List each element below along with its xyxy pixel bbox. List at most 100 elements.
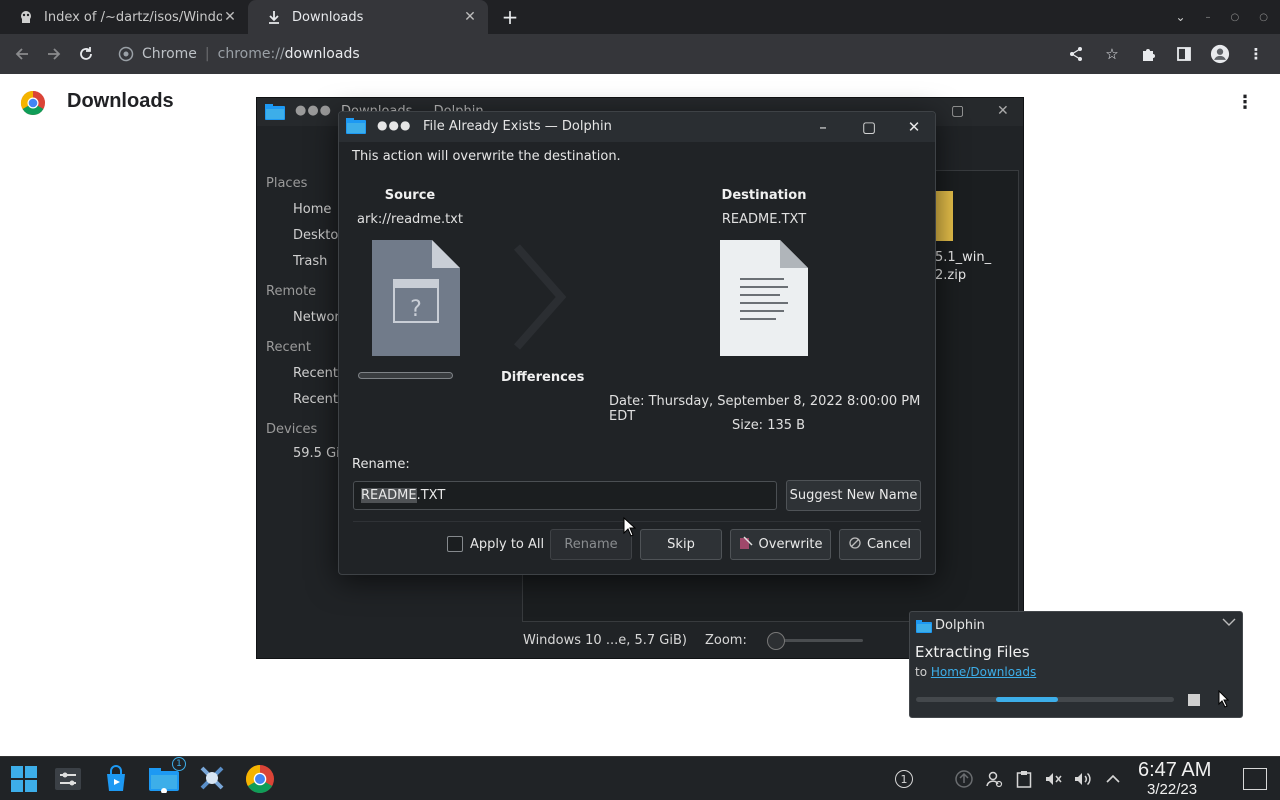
omnibox[interactable]: Chrome | chrome:// downloads [108, 38, 1138, 70]
place-trash[interactable]: Trash [293, 254, 343, 269]
browser-menu-icon[interactable]: ⋮ [1246, 44, 1266, 64]
tab-title: Downloads [292, 9, 364, 25]
back-icon[interactable] [10, 42, 34, 66]
ark-archiver-icon[interactable] [196, 763, 228, 795]
browser-tab-bar: Index of /~dartz/isos/Windo ✕ Downloads … [0, 0, 1280, 34]
notifications-count-icon[interactable]: 1 [894, 769, 914, 789]
skip-button[interactable]: Skip [640, 529, 722, 560]
cancel-button[interactable]: Cancel [839, 529, 921, 560]
window-controls: ⌄ – ○ ○ [1175, 0, 1268, 34]
status-bar: Windows 10 ...e, 5.7 GiB) Zoom: [523, 628, 863, 652]
extraction-progress-bar [916, 697, 1174, 702]
volume-icon[interactable] [1073, 769, 1093, 789]
extensions-puzzle-icon[interactable] [1138, 44, 1158, 64]
differences-label: Differences [501, 370, 585, 385]
chevron-up-icon[interactable] [1103, 769, 1123, 789]
svg-text:?: ? [410, 297, 422, 322]
destination-name: README.TXT [721, 212, 807, 227]
place-network[interactable]: Network [293, 310, 343, 325]
page-menu-icon[interactable]: ⋮ [1236, 92, 1254, 113]
tab-index-of-isos[interactable]: Index of /~dartz/isos/Windo ✕ [0, 0, 248, 34]
file-exists-dialog: ●●● File Already Exists — Dolphin – ▢ ✕ … [338, 111, 936, 575]
place-device[interactable]: 59.5 GiB [293, 446, 343, 461]
bookmark-star-icon[interactable]: ☆ [1102, 44, 1122, 64]
close-icon[interactable]: ✕ [904, 117, 924, 137]
toolbar-actions: ☆ ⋮ [1066, 42, 1266, 66]
maximize-icon[interactable]: ▢ [859, 117, 879, 137]
chrome-site-icon [118, 46, 134, 62]
chrome-taskbar-icon[interactable] [244, 763, 276, 795]
dolphin-taskbar-icon[interactable]: 1 [148, 757, 186, 795]
cancel-icon [849, 536, 861, 553]
zip-file-thumbnail[interactable] [933, 191, 953, 241]
suggest-new-name-button[interactable]: Suggest New Name [786, 480, 921, 511]
start-menu-icon[interactable] [8, 763, 40, 795]
minimize-icon[interactable]: – [813, 117, 833, 137]
file-name-line-1: 5.1_win_ [935, 250, 992, 265]
maximize-window-icon[interactable]: ○ [1231, 12, 1240, 23]
system-settings-icon[interactable] [52, 763, 84, 795]
remote-header: Remote [266, 284, 317, 299]
apply-to-all-checkbox[interactable] [447, 536, 463, 552]
reload-icon[interactable] [74, 42, 98, 66]
discover-store-icon[interactable] [100, 763, 132, 795]
notification-destination-link[interactable]: Home/Downloads [931, 665, 1036, 679]
updates-icon[interactable] [954, 769, 974, 789]
share-icon[interactable] [1066, 44, 1086, 64]
site-label: Chrome [142, 46, 197, 62]
chrome-logo-icon [20, 90, 46, 116]
tab-downloads[interactable]: Downloads ✕ [248, 0, 488, 34]
taskbar-badge: 1 [172, 757, 186, 771]
extraction-progress-fill [995, 697, 1058, 702]
tab-title: Index of /~dartz/isos/Windo [44, 9, 222, 25]
url-scheme: chrome:// [217, 46, 285, 62]
forward-icon[interactable] [42, 42, 66, 66]
overwrite-icon [739, 535, 753, 554]
download-icon [266, 9, 282, 25]
clock-date[interactable]: 3/22/23 [1147, 781, 1197, 798]
rename-input[interactable]: README .TXT [353, 481, 777, 510]
file-name-line-2: 2.zip [935, 268, 967, 283]
folder-icon [346, 118, 366, 138]
place-desktop[interactable]: Desktop [293, 228, 343, 243]
notifications-count: 1 [895, 770, 913, 788]
overwrite-button[interactable]: Overwrite [730, 529, 831, 560]
url-path: downloads [284, 46, 360, 62]
place-recent-locations[interactable]: Recent Locations [293, 392, 343, 407]
close-window-icon[interactable]: ○ [1259, 12, 1268, 23]
clock-time[interactable]: 6:47 AM [1138, 759, 1211, 782]
page-title: Downloads [67, 90, 174, 112]
close-tab-icon[interactable]: ✕ [222, 9, 238, 25]
zoom-slider-handle[interactable] [766, 631, 785, 650]
notification-app-name: Dolphin [935, 618, 985, 633]
minimize-window-icon[interactable]: – [1206, 12, 1211, 23]
file-name[interactable]: 5.1_win_ 2.zip [935, 249, 991, 285]
source-name: ark://readme.txt [357, 212, 463, 227]
new-tab-button[interactable]: + [498, 5, 522, 29]
rename-button[interactable]: Rename [550, 529, 632, 560]
maximize-icon[interactable]: ▢ [951, 103, 964, 119]
notification-title: Extracting Files [915, 643, 1030, 661]
place-recent-files[interactable]: Recent Files [293, 366, 343, 381]
show-desktop-icon[interactable] [1243, 768, 1267, 790]
tab-search-chevron-icon[interactable]: ⌄ [1175, 10, 1185, 24]
profile-avatar-icon[interactable] [1210, 44, 1230, 64]
dialog-separator [353, 521, 921, 522]
source-preview-progress [358, 372, 453, 379]
user-status-icon[interactable] [984, 769, 1004, 789]
omnibox-separator: | [204, 46, 210, 62]
zoom-slider[interactable] [766, 631, 863, 650]
notification-subtitle: to Home/Downloads [915, 665, 1036, 679]
browser-toolbar: Chrome | chrome:// downloads ☆ ⋮ [0, 34, 1280, 74]
close-icon[interactable]: ✕ [997, 103, 1009, 119]
window-menu-dots-icon[interactable]: ●●● [377, 118, 411, 132]
status-text: Windows 10 ...e, 5.7 GiB) [523, 632, 687, 648]
chevron-down-icon[interactable] [1222, 616, 1236, 631]
side-panel-icon[interactable] [1174, 44, 1194, 64]
apply-to-all-label[interactable]: Apply to All [470, 537, 544, 552]
clipboard-icon[interactable] [1014, 769, 1034, 789]
microphone-muted-icon[interactable] [1043, 769, 1063, 789]
stop-icon[interactable] [1188, 694, 1200, 706]
close-tab-icon[interactable]: ✕ [462, 9, 478, 25]
window-menu-dots-icon[interactable]: ●●● [295, 103, 332, 118]
